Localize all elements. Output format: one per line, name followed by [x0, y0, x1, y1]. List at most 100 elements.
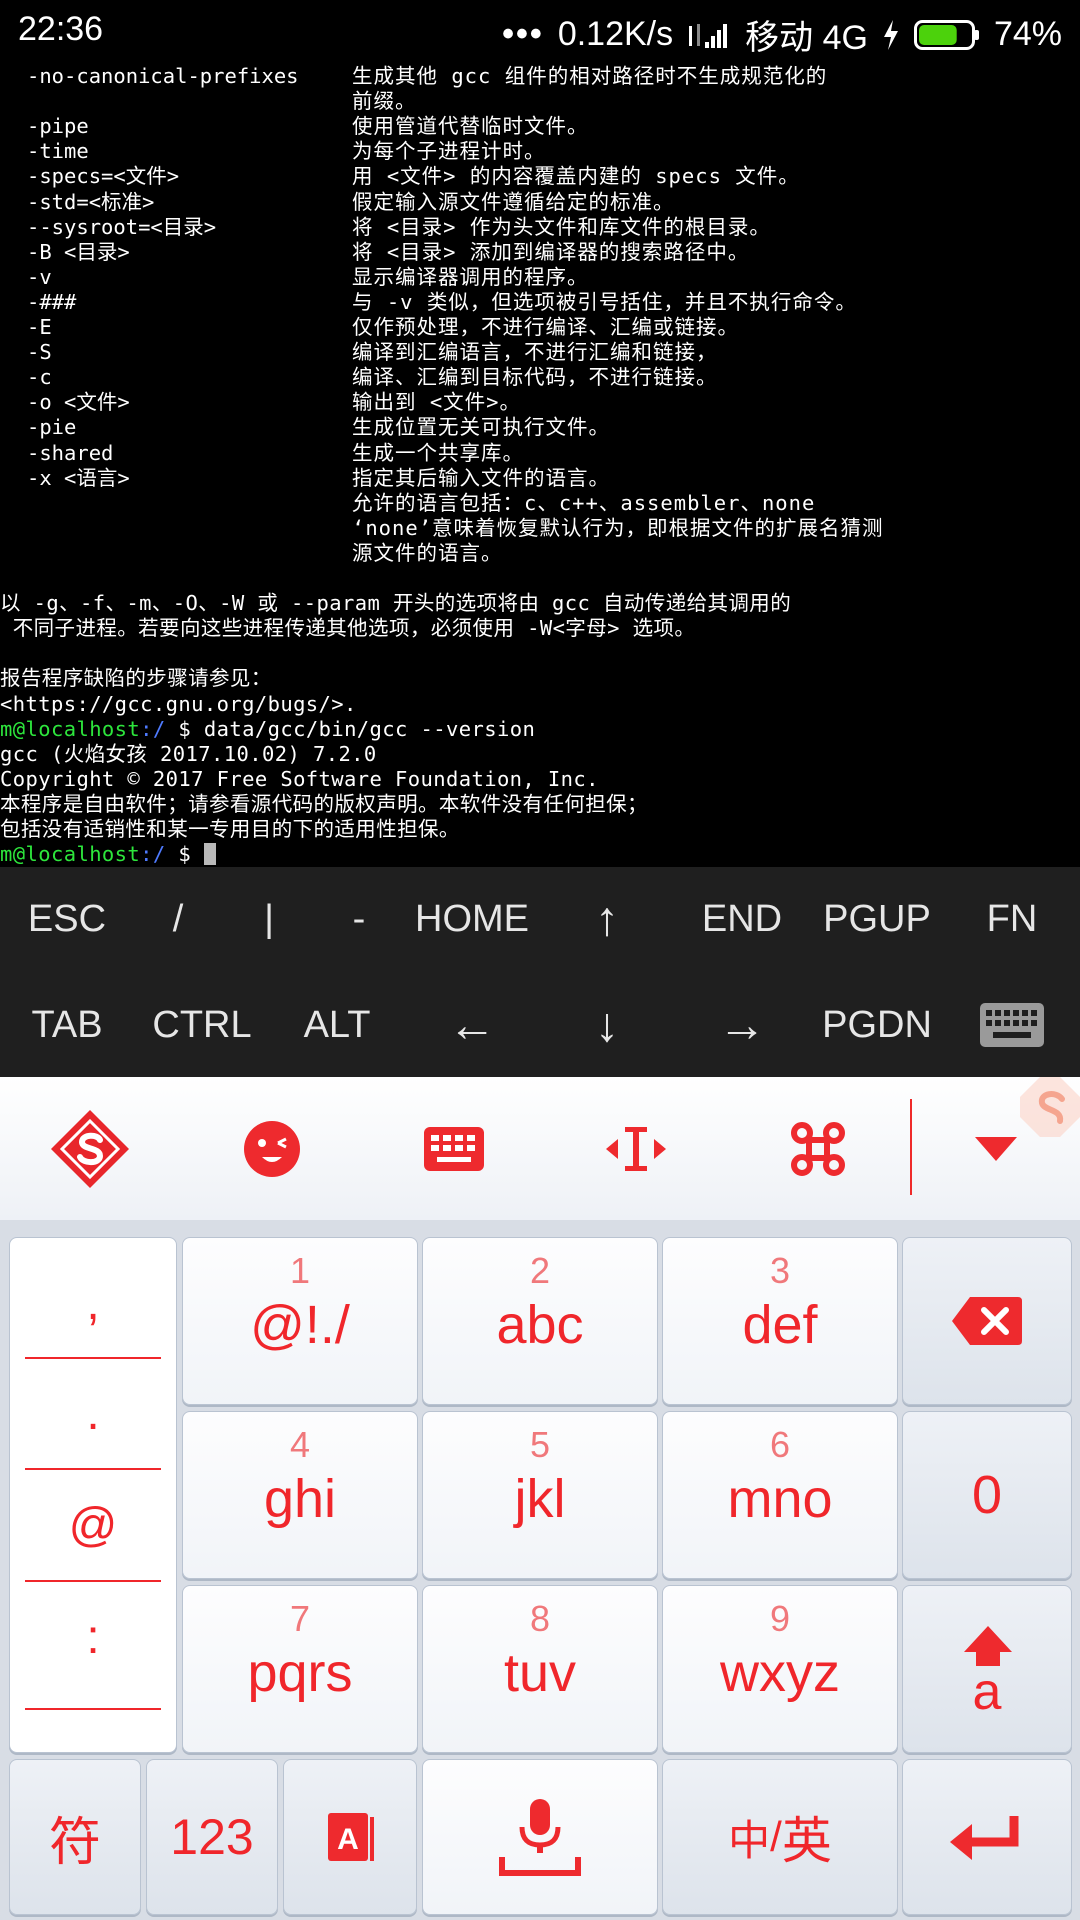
option-description: 将 <目录> 作为头文件和库文件的根目录。	[352, 214, 771, 239]
zero-key[interactable]: 0	[902, 1411, 1072, 1579]
option-flag: -###	[27, 289, 77, 314]
help-option-line: -### 与 -v 类似，但选项被引号括住，并且不执行命令。	[0, 290, 1080, 315]
divider	[25, 1357, 161, 1359]
key-letters: ghi	[263, 1469, 337, 1529]
up-arrow-key[interactable]: ↑	[540, 867, 674, 971]
command-button[interactable]	[768, 1099, 868, 1199]
shift-key[interactable]: a	[902, 1585, 1072, 1753]
option-flag: -shared	[27, 440, 114, 465]
enter-key[interactable]	[902, 1759, 1072, 1915]
option-flag: -x <语言>	[27, 465, 130, 490]
key-7[interactable]: 7 pqrs	[182, 1585, 418, 1753]
punct-comma-key[interactable]: ,	[25, 1258, 161, 1348]
key-3[interactable]: 3 def	[662, 1237, 898, 1405]
toggle-keyboard-button[interactable]	[945, 973, 1079, 1077]
key-number: 9	[769, 1598, 791, 1639]
help-option-line: -v 显示编译器调用的程序。	[0, 265, 1080, 290]
t9-keyboard: , . @ : 1 @!./ 2 abc 3 def 4 ghi 5 jkl 6…	[0, 1220, 1080, 1920]
prompt-path: /	[152, 842, 166, 867]
punct-period-key[interactable]: .	[25, 1368, 161, 1458]
dictionary-icon: A	[328, 1813, 374, 1861]
wordbook-key[interactable]: A	[283, 1759, 417, 1915]
end-key[interactable]: END	[675, 867, 809, 971]
backspace-key[interactable]	[902, 1237, 1072, 1405]
bug-report-line: 报告程序缺陷的步骤请参见：	[0, 666, 1080, 691]
emoji-button[interactable]	[222, 1099, 322, 1199]
option-flag: -std=<标准>	[27, 189, 155, 214]
option-description: 生成其他 gcc 组件的相对路径时不生成规范化的	[352, 64, 828, 88]
help-option-line: -no-canonical-prefixes 生成其他 gcc 组件的相对路径时不…	[0, 64, 1080, 89]
numbers-label: 123	[170, 1809, 254, 1865]
note-text: 不同子进程。若要向这些进程传递其他选项，必须使用 -W<字母> 选项。	[0, 616, 696, 641]
key-letters: pqrs	[247, 1643, 353, 1703]
keyboard-layout-icon	[424, 1127, 484, 1171]
left-arrow-key[interactable]: ←	[405, 973, 539, 1077]
battery-percent: 74%	[993, 15, 1062, 53]
punct-at-key[interactable]: @	[25, 1480, 161, 1570]
bug-report-line: <https://gcc.gnu.org/bugs/>.	[0, 692, 1080, 717]
option-description: 仅作预处理，不进行编译、汇编或链接。	[352, 315, 739, 339]
symbols-key[interactable]: 符	[9, 1759, 141, 1915]
key-5[interactable]: 5 jkl	[422, 1411, 658, 1579]
version-text: 包括没有适销性和某一专用目的下的适用性担保。	[0, 817, 460, 841]
option-flag: -pipe	[27, 114, 89, 139]
help-option-line: -o <文件> 输出到 <文件>。	[0, 390, 1080, 415]
option-description: 编译、汇编到目标代码，不进行链接。	[352, 365, 718, 390]
prompt-user: m@localhost	[0, 842, 141, 867]
keyboard-icon	[980, 1003, 1044, 1047]
help-option-line: -B <目录> 将 <目录> 添加到编译器的搜索路径中。	[0, 240, 1080, 265]
tab-key[interactable]: TAB	[0, 973, 134, 1077]
zero-label: 0	[971, 1465, 1003, 1525]
terminal-output[interactable]: -no-canonical-prefixes 生成其他 gcc 组件的相对路径时不…	[0, 62, 1080, 867]
help-option-line: ‘none’意味着恢复默认行为，即根据文件的扩展名猜测	[0, 516, 1080, 541]
key-9[interactable]: 9 wxyz	[662, 1585, 898, 1753]
option-description: 生成一个共享库。	[352, 440, 524, 465]
option-flag: -S	[27, 340, 52, 365]
prompt-symbol: $	[165, 842, 204, 867]
punctuation-column: , . @ :	[9, 1237, 177, 1753]
key-8[interactable]: 8 tuv	[422, 1585, 658, 1753]
option-flag: -time	[27, 139, 89, 164]
key-4[interactable]: 4 ghi	[182, 1411, 418, 1579]
cursor-move-button[interactable]	[586, 1099, 686, 1199]
prompt-user: m@localhost	[0, 716, 141, 741]
help-option-line: -pipe 使用管道代替临时文件。	[0, 114, 1080, 139]
option-flag: -o <文件>	[27, 390, 130, 415]
divider	[25, 1708, 161, 1710]
sogou-menu-button[interactable]	[40, 1099, 140, 1199]
key-2[interactable]: 2 abc	[422, 1237, 658, 1405]
voice-space-key[interactable]	[422, 1759, 658, 1915]
command-text: data/gcc/bin/gcc --version	[203, 716, 536, 741]
right-arrow-key[interactable]: →	[675, 973, 809, 1077]
pgdn-key[interactable]: PGDN	[810, 973, 944, 1077]
pgup-key[interactable]: PGUP	[810, 867, 944, 971]
numbers-key[interactable]: 123	[146, 1759, 278, 1915]
option-description: 编译到汇编语言，不进行汇编和链接，	[352, 340, 718, 365]
language-switch-key[interactable]: 中 / 英	[662, 1759, 898, 1915]
battery-icon	[913, 19, 979, 50]
fn-key[interactable]: FN	[945, 867, 1079, 971]
network-speed: 0.12K/s	[557, 15, 674, 53]
prompt-separator: :	[140, 716, 153, 741]
battery-fill	[918, 24, 957, 45]
home-key[interactable]: HOME	[405, 867, 539, 971]
help-note-line: 不同子进程。若要向这些进程传递其他选项，必须使用 -W<字母> 选项。	[0, 616, 1080, 641]
backspace-icon	[952, 1297, 1022, 1345]
key-number: 1	[289, 1250, 311, 1291]
keyboard-layout-button[interactable]	[404, 1099, 504, 1199]
option-description: 前缀。	[352, 89, 417, 114]
carrier-label: 移动 4G	[745, 19, 868, 57]
status-bar: 22:36 ••• 0.12K/s 移动 4G 74%	[0, 0, 1080, 62]
data-transfer-icon	[689, 23, 728, 48]
divider	[25, 1468, 161, 1470]
alt-key[interactable]: ALT	[270, 973, 404, 1077]
punct-colon-key[interactable]: :	[25, 1592, 161, 1682]
key-1[interactable]: 1 @!./	[182, 1237, 418, 1405]
ctrl-key[interactable]: CTRL	[135, 973, 269, 1077]
option-flag: -c	[27, 365, 52, 390]
charging-icon	[883, 19, 898, 50]
down-arrow-key[interactable]: ↓	[540, 973, 674, 1077]
option-flag: -no-canonical-prefixes	[27, 64, 299, 88]
option-flag: -pie	[27, 415, 77, 440]
key-6[interactable]: 6 mno	[662, 1411, 898, 1579]
